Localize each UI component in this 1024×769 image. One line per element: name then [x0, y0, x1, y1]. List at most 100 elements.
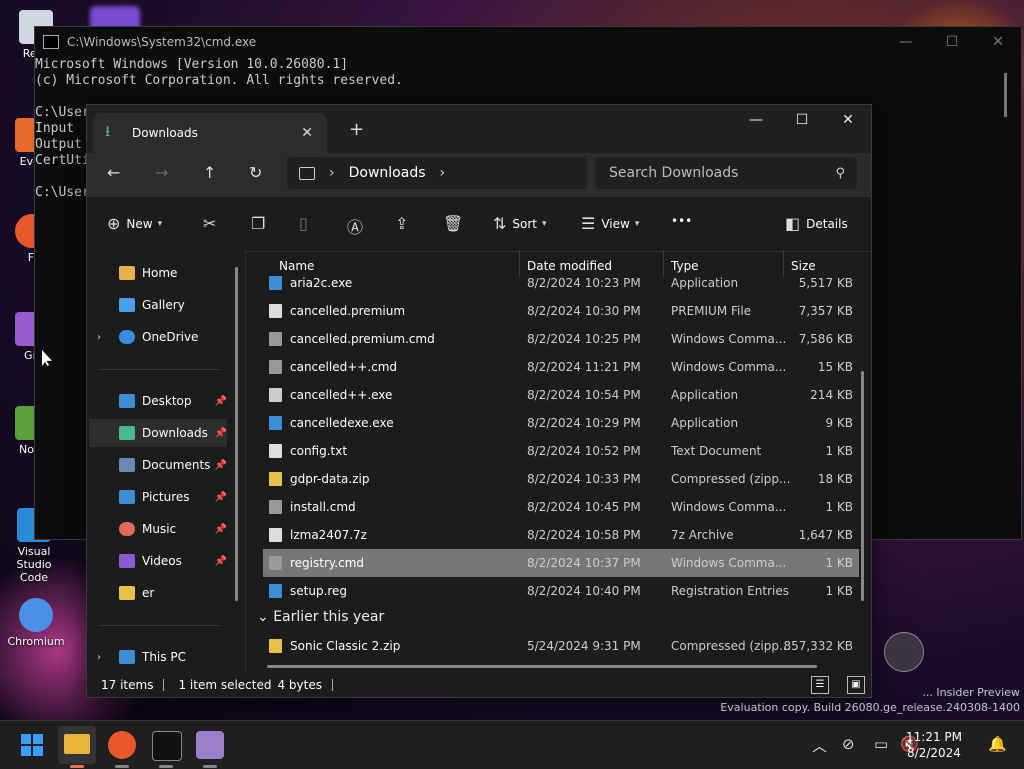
sidebar-scrollbar[interactable]: [235, 267, 238, 601]
table-row[interactable]: cancelledexe.exe 8/2/2024 10:29 PM Appli…: [263, 409, 859, 437]
minimize-icon[interactable]: —: [883, 34, 929, 50]
details-view-icon[interactable]: ☰: [811, 676, 829, 694]
table-row[interactable]: config.txt 8/2/2024 10:52 PM Text Docume…: [263, 437, 859, 465]
file-type: Windows Comma...: [671, 500, 787, 514]
app-taskbar-button[interactable]: [196, 731, 224, 759]
navigation-pane: Home Gallery › OneDrive Desktop 📌 Downlo…: [87, 251, 246, 673]
desktop-icon-chromium[interactable]: Chromium: [6, 598, 66, 648]
details-pane-button[interactable]: ◧ Details: [785, 214, 848, 233]
file-name: cancelled++.exe: [290, 388, 393, 402]
cmd-line: Microsoft Windows [Version 10.0.26080.1]: [35, 57, 349, 72]
chevron-up-icon[interactable]: ︿: [812, 735, 827, 756]
sidebar-item-documents[interactable]: Documents 📌: [89, 451, 227, 479]
network-off-icon[interactable]: ⊘: [842, 735, 855, 753]
screen-icon[interactable]: ▭: [874, 735, 888, 753]
chevron-right-icon[interactable]: ›: [97, 332, 101, 343]
table-row-selected[interactable]: registry.cmd 8/2/2024 10:37 PM Windows C…: [263, 549, 859, 577]
rename-button[interactable]: Ⓐ: [347, 214, 369, 238]
sidebar-item-onedrive[interactable]: › OneDrive: [89, 323, 227, 351]
address-bar[interactable]: › Downloads ›: [287, 157, 587, 189]
table-row[interactable]: cancelled++.cmd 8/2/2024 11:21 PM Window…: [263, 353, 859, 381]
breadcrumb-chevron-icon[interactable]: ›: [440, 165, 446, 181]
forward-arrow-icon[interactable]: →: [155, 163, 168, 182]
file-explorer-taskbar-button[interactable]: [58, 726, 96, 764]
file-name: registry.cmd: [290, 556, 365, 570]
table-row[interactable]: aria2c.exe 8/2/2024 10:23 PM Application…: [263, 269, 859, 297]
tiles-view-icon[interactable]: ▣: [847, 676, 865, 694]
notification-bell-icon[interactable]: 🔔: [988, 735, 1007, 753]
sidebar-item-downloads[interactable]: Downloads 📌: [89, 419, 227, 447]
table-row[interactable]: lzma2407.7z 8/2/2024 10:58 PM 7z Archive…: [263, 521, 859, 549]
breadcrumb-downloads[interactable]: Downloads: [349, 165, 426, 181]
chevron-right-icon[interactable]: ›: [97, 652, 101, 663]
scissors-icon: ✂: [203, 214, 217, 233]
view-button[interactable]: ☰ View ▾: [581, 214, 639, 233]
sidebar-item-home[interactable]: Home: [89, 259, 227, 287]
maximize-icon[interactable]: ☐: [929, 34, 975, 50]
new-button[interactable]: ⊕ New ▾: [107, 214, 162, 233]
paste-button[interactable]: ▯: [299, 214, 314, 233]
chevron-down-icon: ▾: [634, 218, 640, 229]
tab-downloads[interactable]: ⭳ Downloads ✕: [93, 113, 327, 153]
minimize-icon[interactable]: —: [733, 105, 779, 135]
refresh-icon[interactable]: ↻: [249, 163, 262, 182]
new-tab-button[interactable]: +: [349, 119, 364, 140]
maximize-icon[interactable]: ☐: [779, 105, 825, 135]
cut-button[interactable]: ✂: [203, 214, 222, 233]
firefox-taskbar-button[interactable]: [108, 731, 136, 759]
table-row[interactable]: gdpr-data.zip 8/2/2024 10:33 PM Compress…: [263, 465, 859, 493]
sort-button[interactable]: ⇅ Sort ▾: [493, 214, 547, 233]
cmd-file-icon: [269, 360, 282, 374]
pin-icon: 📌: [214, 395, 227, 407]
new-label: New: [126, 216, 153, 231]
file-size: 7,586 KB: [798, 332, 853, 346]
group-header[interactable]: ⌄ Earlier this year: [257, 609, 384, 625]
share-button[interactable]: ⇪: [395, 214, 414, 233]
table-row[interactable]: cancelled++.exe 8/2/2024 10:54 PM Applic…: [263, 381, 859, 409]
close-icon[interactable]: ✕: [975, 34, 1021, 50]
sidebar-item-desktop[interactable]: Desktop 📌: [89, 387, 227, 415]
sidebar-item-music[interactable]: Music 📌: [89, 515, 227, 543]
search-box[interactable]: Search Downloads ⚲: [595, 157, 857, 189]
delete-button[interactable]: 🗑: [443, 214, 469, 233]
file-date: 8/2/2024 10:33 PM: [527, 472, 641, 486]
close-icon[interactable]: ✕: [825, 105, 871, 135]
file-type: Text Document: [671, 444, 762, 458]
file-type: Compressed (zipp...: [671, 472, 791, 486]
watermark-line1: ... Insider Preview: [922, 686, 1020, 699]
sidebar-item-gallery[interactable]: Gallery: [89, 291, 227, 319]
table-row[interactable]: setup.reg 8/2/2024 10:40 PM Registration…: [263, 577, 859, 605]
table-row[interactable]: install.cmd 8/2/2024 10:45 PM Windows Co…: [263, 493, 859, 521]
gallery-icon: [119, 298, 135, 312]
7zip-exe-icon: [269, 388, 282, 402]
tab-label: Downloads: [132, 126, 198, 140]
table-row[interactable]: Sonic Classic 2.zip 5/24/2024 9:31 PM Co…: [263, 632, 859, 660]
vertical-scrollbar[interactable]: [861, 371, 864, 601]
horizontal-scrollbar[interactable]: [267, 665, 817, 668]
record-icon[interactable]: [884, 632, 924, 672]
back-arrow-icon[interactable]: ←: [107, 163, 120, 182]
up-arrow-icon[interactable]: ↑: [203, 163, 216, 182]
close-tab-icon[interactable]: ✕: [301, 125, 313, 141]
cmd-scrollbar[interactable]: [1004, 73, 1007, 117]
sidebar-item-pictures[interactable]: Pictures 📌: [89, 483, 227, 511]
terminal-taskbar-button[interactable]: [152, 731, 182, 761]
sidebar-item-er[interactable]: er: [89, 579, 227, 607]
text-file-icon: [269, 444, 282, 458]
file-explorer-window[interactable]: ⭳ Downloads ✕ + — ☐ ✕ ← → ↑ ↻ › Download…: [86, 104, 872, 698]
more-options-button[interactable]: •••: [671, 214, 692, 228]
chevron-down-icon[interactable]: ⌄: [257, 609, 269, 625]
cmd-line: C:\User: [35, 185, 90, 200]
copy-button[interactable]: ❐: [251, 214, 271, 233]
search-placeholder: Search Downloads: [609, 165, 739, 181]
breadcrumb-chevron-icon[interactable]: ›: [329, 165, 335, 181]
file-list: Name Date modified Type Size aria2c.exe …: [247, 251, 871, 673]
sidebar-item-this-pc[interactable]: › This PC: [89, 643, 227, 671]
table-row[interactable]: cancelled.premium.cmd 8/2/2024 10:25 PM …: [263, 325, 859, 353]
clock[interactable]: 11:21 PM 8/2/2024: [906, 729, 962, 761]
sidebar-item-videos[interactable]: Videos 📌: [89, 547, 227, 575]
table-row[interactable]: cancelled.premium 8/2/2024 10:30 PM PREM…: [263, 297, 859, 325]
details-pane-icon: ◧: [785, 214, 801, 233]
cmd-titlebar[interactable]: C:\Windows\System32\cmd.exe — ☐ ✕: [35, 27, 1021, 57]
start-button[interactable]: [18, 731, 46, 759]
